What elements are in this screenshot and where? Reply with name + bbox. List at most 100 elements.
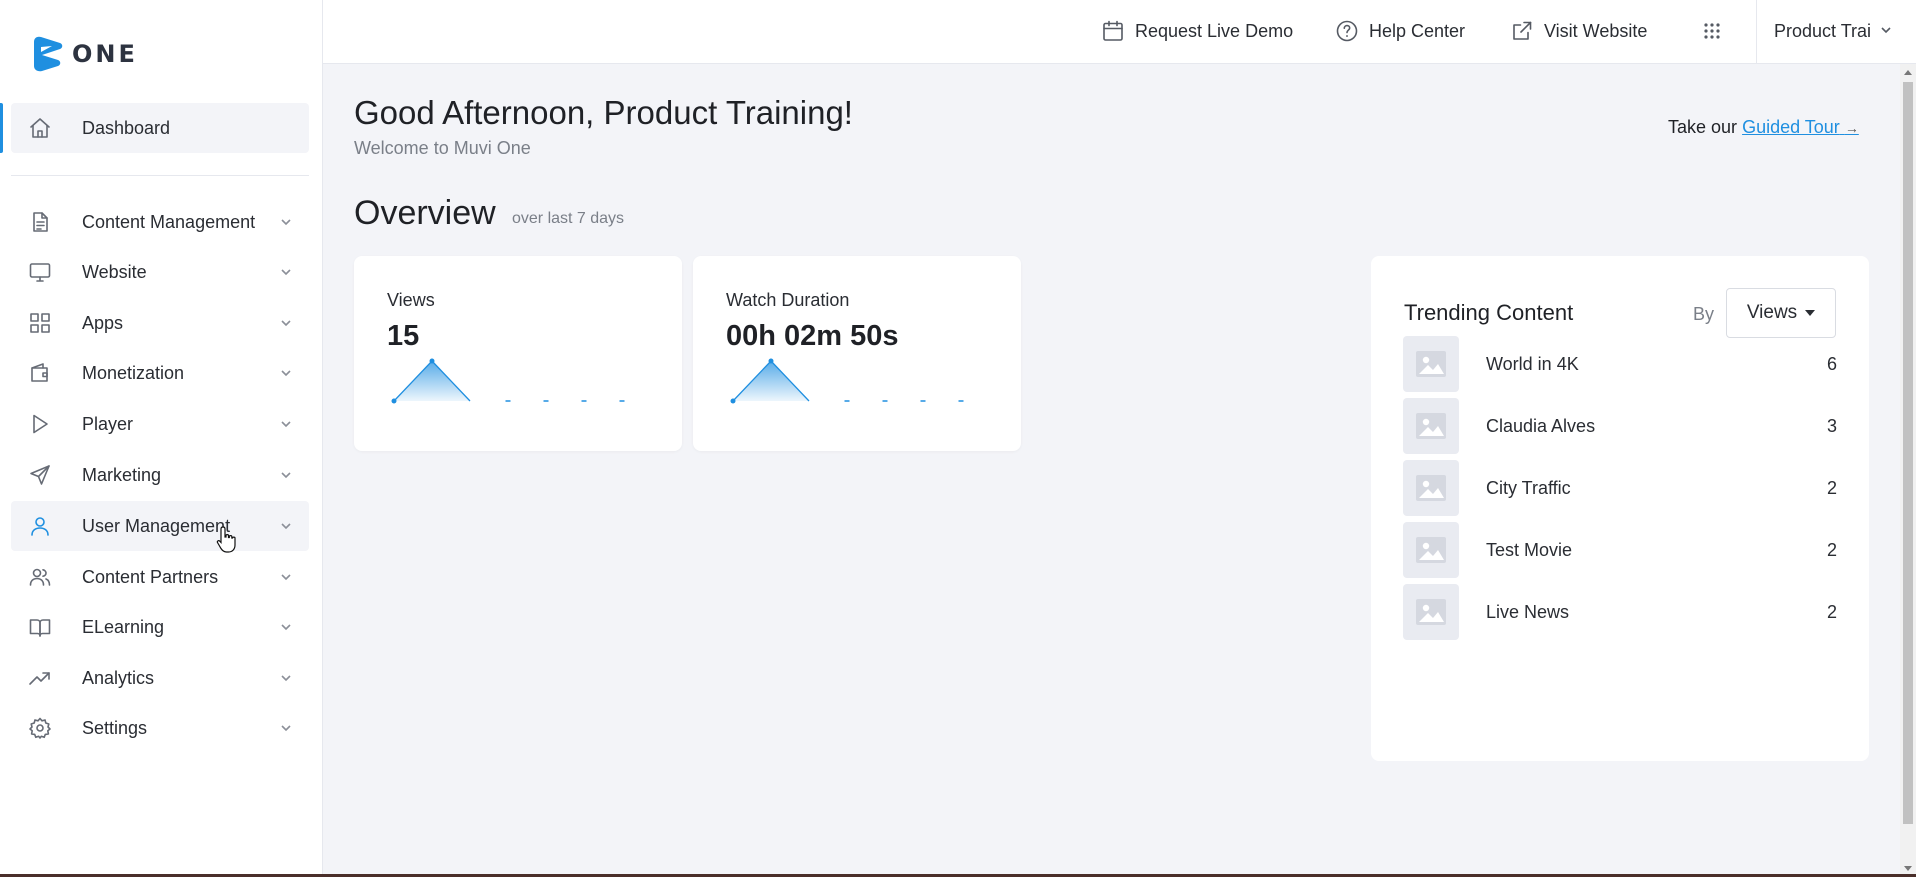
content-title: World in 4K — [1486, 353, 1579, 374]
content-thumbnail — [1403, 398, 1459, 454]
scroll-down-icon[interactable] — [1904, 866, 1912, 871]
tour-prefix: Take our — [1668, 117, 1738, 137]
topbar-separator — [1756, 0, 1757, 64]
content-title: Claudia Alves — [1486, 415, 1596, 436]
top-bar: Request Live Demo Help Center Visit Webs… — [323, 0, 1916, 64]
gear-icon — [25, 713, 55, 743]
sparkline-point — [429, 358, 435, 364]
sidebar-item-label: Analytics — [82, 667, 155, 688]
sidebar-item-label: Apps — [82, 312, 124, 333]
users-icon — [25, 562, 55, 592]
image-placeholder-icon — [1416, 413, 1446, 439]
page-scrollbar[interactable] — [1900, 64, 1916, 877]
sidebar-item-label: Content Management — [82, 211, 256, 232]
content-title: City Traffic — [1486, 477, 1571, 498]
trending-metric-value: Views — [1746, 302, 1798, 323]
overview-title: Overview — [354, 194, 496, 232]
trending-up-icon — [25, 663, 55, 693]
sidebar-item-label: Dashboard — [82, 117, 171, 138]
chevron-down-icon — [279, 417, 293, 431]
logo[interactable]: ONE — [30, 34, 138, 74]
sidebar-item-settings[interactable]: Settings — [11, 703, 309, 753]
sidebar-item-user-management[interactable]: User Management — [11, 501, 309, 551]
help-center-link[interactable]: Help Center — [1335, 16, 1465, 46]
sidebar-item-label: Website — [82, 261, 147, 282]
sidebar: ONE Dashboard Content Management Website… — [0, 0, 323, 877]
sidebar-item-dashboard[interactable]: Dashboard — [11, 103, 309, 153]
scroll-up-icon[interactable] — [1904, 70, 1912, 75]
wallet-icon — [25, 358, 55, 388]
sidebar-item-label: Marketing — [82, 464, 162, 485]
trending-content-panel: Trending Content By Views World in 4K 6 Cl… — [1371, 256, 1869, 761]
sidebar-item-apps[interactable]: Apps — [11, 298, 309, 348]
content-view-count: 2 — [1826, 477, 1837, 498]
request-live-demo-link[interactable]: Request Live Demo — [1101, 16, 1293, 46]
chevron-down-icon — [279, 721, 293, 735]
home-icon — [25, 113, 55, 143]
views-card: Views 15 — [354, 256, 682, 451]
sidebar-item-content-partners[interactable]: Content Partners — [11, 552, 309, 602]
sidebar-item-label: Player — [82, 413, 134, 434]
watch-duration-sparkline — [730, 358, 964, 404]
muvi-logo-icon — [34, 36, 63, 72]
logo-text: ONE — [72, 40, 138, 68]
content-view-count: 3 — [1826, 415, 1837, 436]
image-placeholder-icon — [1416, 475, 1446, 501]
chevron-down-icon — [279, 620, 293, 634]
chevron-down-icon — [279, 316, 293, 330]
image-placeholder-icon — [1416, 599, 1446, 625]
sidebar-item-website[interactable]: Website — [11, 247, 309, 297]
trending-row[interactable]: Live News 2 — [1403, 584, 1837, 640]
sidebar-item-label: User Management — [82, 515, 231, 536]
apps-grid-icon[interactable] — [1701, 20, 1723, 42]
trending-metric-select[interactable]: Views — [1726, 288, 1836, 338]
chevron-down-icon — [279, 519, 293, 533]
user-name: Product Trai — [1774, 20, 1872, 41]
overview-period: over last 7 days — [512, 210, 625, 227]
sparkline-area — [733, 361, 809, 401]
calendar-icon — [1103, 20, 1123, 41]
card-title: Watch Duration — [726, 290, 850, 310]
sidebar-item-monetization[interactable]: Monetization — [11, 348, 309, 398]
content-thumbnail — [1403, 522, 1459, 578]
page-title: Good Afternoon, Product Training! — [354, 94, 853, 131]
trending-row[interactable]: Test Movie 2 — [1403, 522, 1837, 578]
trending-by-label: By — [1693, 304, 1715, 324]
content-thumbnail — [1403, 584, 1459, 640]
chevron-down-icon — [279, 265, 293, 279]
content-title: Test Movie — [1486, 539, 1573, 560]
sidebar-item-player[interactable]: Player — [11, 399, 309, 449]
user-menu[interactable]: Product Trai — [1774, 16, 1916, 46]
watch-duration-card: Watch Duration 00h 02m 50s — [693, 256, 1021, 451]
external-link-icon — [1513, 21, 1532, 40]
visit-website-link[interactable]: Visit Website — [1510, 16, 1647, 46]
chevron-down-icon — [1879, 21, 1893, 42]
chevron-down-icon — [279, 570, 293, 584]
guided-tour-link[interactable]: Guided Tour → — [1742, 117, 1859, 137]
sparkline-point — [768, 358, 774, 364]
chevron-down-icon — [279, 366, 293, 380]
sidebar-item-content-management[interactable]: Content Management — [11, 197, 309, 247]
chevron-down-icon — [279, 671, 293, 685]
content-title: Live News — [1486, 601, 1570, 622]
scroll-thumb[interactable] — [1903, 82, 1913, 824]
sidebar-divider — [11, 175, 309, 176]
sidebar-item-analytics[interactable]: Analytics — [11, 653, 309, 703]
sparkline-area — [394, 361, 470, 401]
sidebar-item-marketing[interactable]: Marketing — [11, 450, 309, 500]
grid-icon — [25, 308, 55, 338]
sidebar-item-elearning[interactable]: ELearning — [11, 602, 309, 652]
content-view-count: 2 — [1826, 539, 1837, 560]
content-thumbnail — [1403, 336, 1459, 392]
content-thumbnail — [1403, 460, 1459, 516]
document-icon — [25, 207, 55, 237]
trending-row[interactable]: Claudia Alves 3 — [1403, 398, 1837, 454]
request-live-demo-label: Request Live Demo — [1135, 20, 1294, 41]
send-icon — [25, 460, 55, 490]
trending-title: Trending Content — [1404, 300, 1574, 325]
sparkline-point — [391, 398, 397, 404]
trending-row[interactable]: World in 4K 6 — [1403, 336, 1837, 392]
trending-row[interactable]: City Traffic 2 — [1403, 460, 1837, 516]
views-sparkline — [391, 358, 625, 404]
sparkline-point — [730, 398, 736, 404]
